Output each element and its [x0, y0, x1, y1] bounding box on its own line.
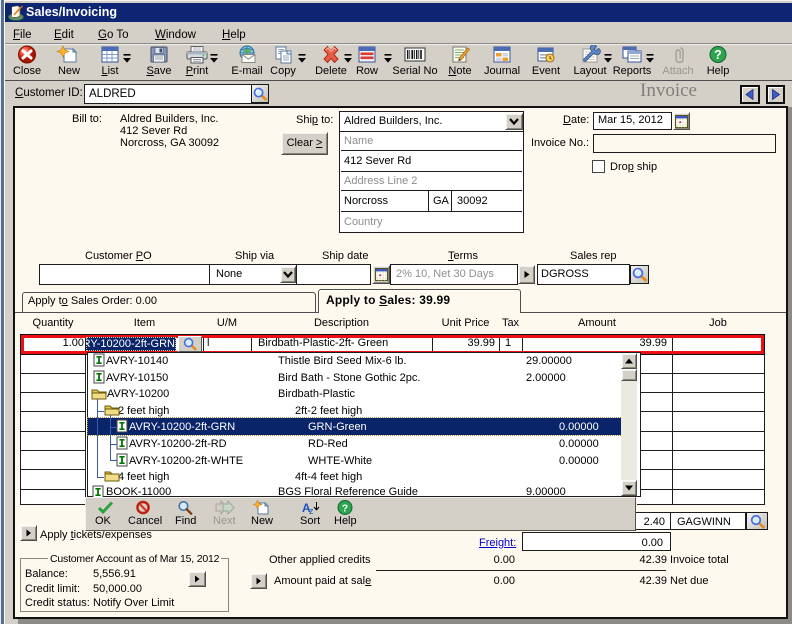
svg-text:z: z — [309, 506, 314, 515]
svg-text:?: ? — [714, 48, 722, 62]
svg-text:?: ? — [342, 503, 348, 515]
